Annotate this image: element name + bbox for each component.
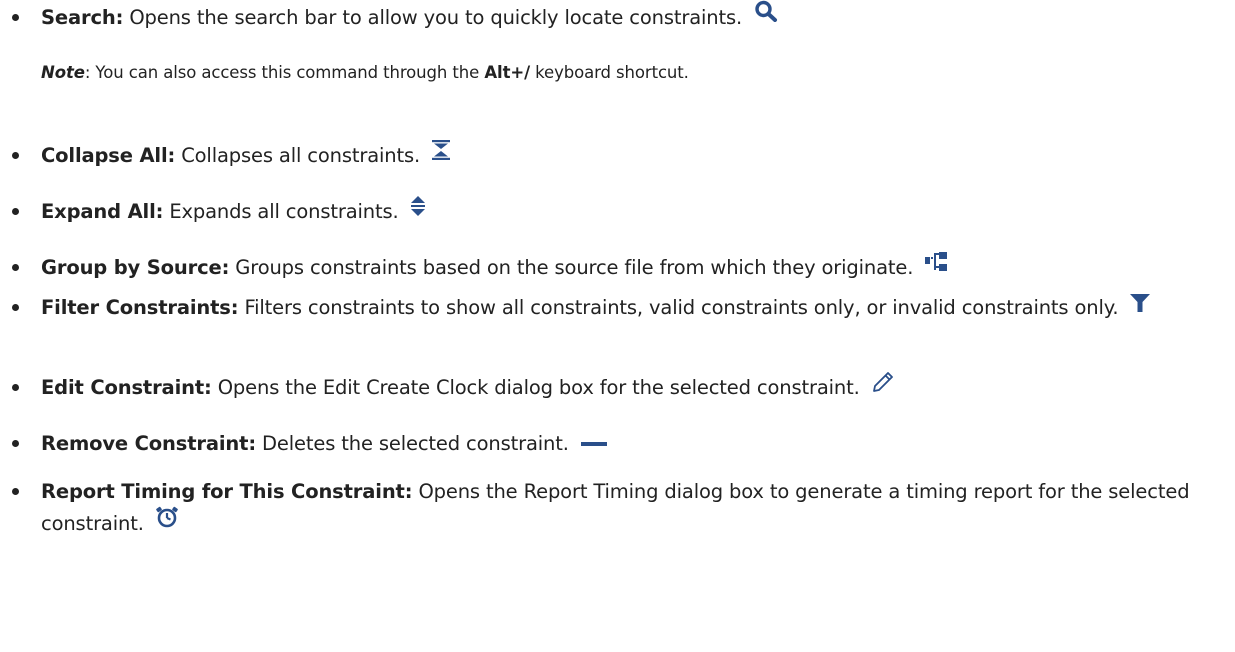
item-description: Opens the Edit Create Clock dialog box f… — [217, 376, 860, 399]
group-by-source-icon — [925, 250, 948, 282]
bullet — [12, 264, 19, 271]
item-label: Search: — [41, 6, 124, 29]
bullet — [12, 14, 19, 21]
item-label: Collapse All: — [41, 144, 176, 167]
item-label: Filter Constraints: — [41, 296, 239, 319]
search-icon — [754, 0, 778, 32]
list-item-text: Expand All: Expands all constraints. — [41, 194, 1226, 229]
keyboard-shortcut: Alt+/ — [484, 63, 531, 82]
item-label: Remove Constraint: — [41, 432, 256, 455]
list-item-text: Remove Constraint: Deletes the selected … — [41, 428, 1226, 461]
minus-icon — [580, 426, 607, 458]
pencil-icon — [872, 370, 896, 402]
bullet — [12, 488, 19, 495]
note-text-after: keyboard shortcut. — [530, 63, 689, 82]
list-item-text: Filter Constraints: Filters constraints … — [41, 292, 1226, 325]
list-item-text: Group by Source: Groups constraints base… — [41, 250, 1226, 285]
item-label: Report Timing for This Constraint: — [41, 480, 413, 503]
bullet — [12, 152, 19, 159]
note-label: Note — [41, 63, 85, 82]
stopwatch-icon — [156, 506, 178, 538]
list-item-text: Report Timing for This Constraint: Opens… — [41, 476, 1226, 541]
expand-all-icon — [410, 194, 425, 226]
collapse-all-icon — [432, 138, 451, 170]
item-label: Expand All: — [41, 200, 164, 223]
bullet — [12, 440, 19, 447]
item-description: Groups constraints based on the source f… — [235, 256, 914, 279]
bullet — [12, 384, 19, 391]
list-item-text: Search: Opens the search bar to allow yo… — [41, 0, 1226, 35]
bullet — [12, 304, 19, 311]
note-text-before: : You can also access this command throu… — [84, 63, 485, 82]
item-description: Deletes the selected constraint. — [262, 432, 569, 455]
list-item-text: Collapse All: Collapses all constraints. — [41, 138, 1226, 173]
item-label: Group by Source: — [41, 256, 230, 279]
list-item-text: Edit Constraint: Opens the Edit Create C… — [41, 370, 1226, 405]
item-description: Opens the search bar to allow you to qui… — [129, 6, 743, 29]
note: Note: You can also access this command t… — [41, 61, 689, 85]
item-description: Filters constraints to show all constrai… — [244, 296, 1119, 319]
item-description: Collapses all constraints. — [181, 144, 421, 167]
filter-icon — [1130, 290, 1151, 322]
bullet — [12, 208, 19, 215]
item-label: Edit Constraint: — [41, 376, 212, 399]
item-description: Expands all constraints. — [169, 200, 399, 223]
